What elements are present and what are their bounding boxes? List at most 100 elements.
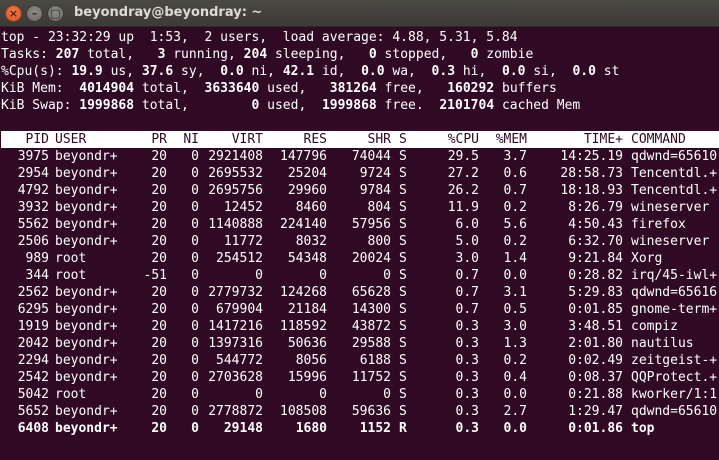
table-row: 6408 beyondr+ 20 0 29148 1680 1152 R 0.3 0.0 0:01.… (1, 420, 719, 437)
cell-shr: 1152 (359, 421, 391, 436)
cell-command: gnome-term+ (631, 302, 718, 317)
cell-time: 0:01.86 (568, 421, 623, 436)
cell-res: 147796 (280, 149, 327, 164)
cell-command: qdwnd=65610 (631, 404, 718, 419)
cell-ni: 0 (191, 234, 199, 249)
cell-virt: 12452 (223, 200, 263, 215)
cell-ni: 0 (191, 387, 199, 402)
cpu-ni: 0.0 (220, 64, 244, 79)
table-row: 2562 beyondr+ 20 0 2779732 124268 65628 S 0.7 3.1… (1, 284, 719, 301)
cell-res: 0 (319, 268, 327, 283)
cell-time: 28:58.73 (560, 166, 623, 181)
cell-command: firefox (631, 217, 686, 232)
cpu-us-label: us, (102, 64, 142, 79)
tasks-sleeping-label: sleeping, (267, 47, 369, 62)
cell-mem: 0.6 (503, 166, 527, 181)
cell-cpu: 0.3 (455, 404, 479, 419)
cell-mem: 1.3 (503, 336, 527, 351)
mem-free: 381264 (329, 81, 377, 96)
cell-shr: 0 (383, 387, 391, 402)
swap-label: KiB Swap: (1, 98, 80, 113)
table-row: 5562 beyondr+ 20 0 1140888 224140 57956 S 6.0 5.6… (1, 216, 719, 233)
cell-s: S (399, 200, 407, 215)
cell-time: 5:29.83 (568, 285, 623, 300)
cell-user: beyondr+ (55, 353, 118, 368)
cell-mem: 3.7 (503, 149, 527, 164)
cell-res: 50636 (287, 336, 327, 351)
cell-user: beyondr+ (55, 421, 118, 436)
swap-total-label: total, (134, 98, 252, 113)
tasks-total: 207 (55, 47, 80, 62)
cell-pr: 20 (151, 387, 167, 402)
cell-pid: 989 (25, 251, 49, 266)
cell-mem: 0.4 (503, 370, 527, 385)
col-pid: PID (25, 132, 49, 147)
table-row: 4792 beyondr+ 20 0 2695756 29960 9784 S 26.2 0.7 1… (1, 182, 719, 199)
cell-pr: 20 (151, 421, 167, 436)
title-bar[interactable]: × – □ beyondray@beyondray: ~ (0, 0, 719, 27)
cpu-hi: 0.3 (431, 64, 456, 79)
cell-virt: 2778872 (208, 404, 263, 419)
cell-virt: 1397316 (208, 336, 263, 351)
cell-s: S (399, 387, 407, 402)
cell-time: 0:08.37 (568, 370, 623, 385)
cell-cpu: 0.3 (455, 421, 479, 436)
tasks-line: Tasks: 207 total, 3 running, 204 sleepin… (1, 46, 719, 63)
cell-command: Xorg (631, 251, 663, 266)
cell-s: S (399, 166, 407, 181)
col-shr: SHR (367, 132, 391, 147)
cell-mem: 0.7 (503, 183, 527, 198)
cpu-id-label: id, (314, 64, 362, 79)
cell-virt: 2695756 (208, 183, 263, 198)
table-row: 344 root -51 0 0 0 0 S 0.7 0.0 0:28.82 irq/45-iwl+ (1, 267, 719, 284)
terminal-output[interactable]: top - 23:32:29 up 1:53, 2 users, load av… (1, 29, 719, 460)
cell-cpu: 6.0 (455, 217, 479, 232)
cpu-wa-label: wa, (384, 64, 432, 79)
cell-cpu: 3.0 (455, 251, 479, 266)
terminal-window: × – □ beyondray@beyondray: ~ top - 23:32… (0, 0, 719, 460)
cell-res: 8056 (295, 353, 327, 368)
cell-time: 2:01.80 (568, 336, 623, 351)
cell-time: 4:50.43 (568, 217, 623, 232)
cell-time: 9:21.84 (568, 251, 623, 266)
cell-virt: 0 (255, 268, 263, 283)
cell-s: S (399, 370, 407, 385)
swap-line: KiB Swap: 1999868 total, 0 used, 1999868… (1, 97, 719, 114)
cell-pr: 20 (151, 302, 167, 317)
cell-pr: 20 (151, 166, 167, 181)
cell-time: 0:01.85 (568, 302, 623, 317)
cell-command: zeitgeist-+ (631, 353, 718, 368)
cell-mem: 0.0 (503, 421, 527, 436)
cell-user: beyondr+ (55, 200, 118, 215)
cell-s: S (399, 268, 407, 283)
cell-time: 6:32.70 (568, 234, 623, 249)
cell-res: 118592 (280, 319, 327, 334)
cell-user: root (55, 387, 87, 402)
cell-time: 14:25.19 (560, 149, 623, 164)
cell-command: qdwnd=65610 (631, 149, 718, 164)
cell-s: S (399, 319, 407, 334)
cell-pid: 344 (25, 268, 49, 283)
cell-s: S (399, 336, 407, 351)
cell-ni: 0 (191, 353, 199, 368)
cell-shr: 65628 (351, 285, 391, 300)
cell-s: S (399, 285, 407, 300)
cell-shr: 6188 (359, 353, 391, 368)
cell-s: S (399, 217, 407, 232)
cell-shr: 11752 (351, 370, 391, 385)
cell-command: top (631, 421, 655, 436)
cell-res: 25204 (287, 166, 327, 181)
cell-command: Tencentdl.+ (631, 166, 718, 181)
col-res: RES (303, 132, 327, 147)
window-title: beyondray@beyondray: ~ (74, 5, 263, 20)
table-row: 2954 beyondr+ 20 0 2695532 25204 9724 S 27.2 0.6 2… (1, 165, 719, 182)
cell-command: qdwnd=65616 (631, 285, 718, 300)
cell-pr: 20 (151, 217, 167, 232)
cpu-us: 19.9 (71, 64, 103, 79)
cell-pr: -51 (143, 268, 167, 283)
tasks-running-label: running, (165, 47, 244, 62)
col-s: S (399, 132, 407, 147)
cell-pid: 2294 (17, 353, 49, 368)
cell-ni: 0 (191, 285, 199, 300)
cell-command: compiz (631, 319, 678, 334)
